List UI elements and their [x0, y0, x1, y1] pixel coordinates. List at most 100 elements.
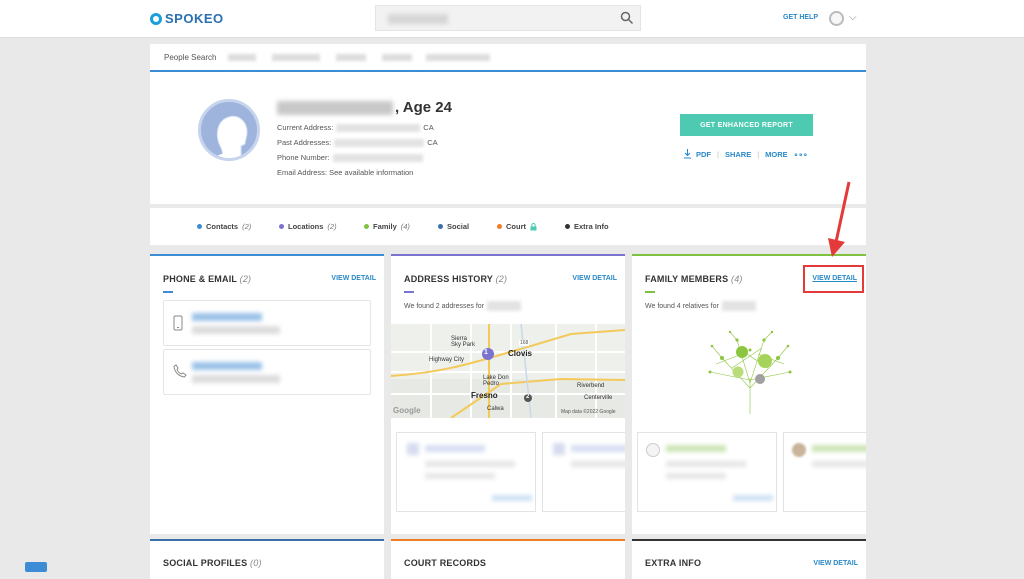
report-actions: PDF | SHARE | MORE ∘∘∘: [683, 149, 808, 159]
address-card-title-redacted: [571, 445, 625, 452]
relative-name-redacted: [666, 445, 726, 452]
legend-family[interactable]: Family (4): [364, 222, 410, 231]
relative-avatar-icon: [792, 443, 806, 457]
address-card-title-redacted: [425, 445, 485, 452]
phone-label: Phone Number:: [277, 153, 330, 162]
address-history-title: ADDRESS HISTORY (2): [404, 274, 508, 284]
name-redacted: [721, 301, 756, 311]
breadcrumb-item-redacted[interactable]: [336, 54, 366, 61]
breadcrumb-item-redacted[interactable]: [382, 54, 412, 61]
category-legend: Contacts (2) Locations (2) Family (4) Socia…: [150, 208, 866, 246]
current-address-redacted: [336, 123, 421, 132]
search-icon[interactable]: [620, 11, 634, 25]
relative-card[interactable]: [637, 432, 777, 512]
address-card-icon: [407, 443, 419, 455]
map-label: Clovis: [508, 349, 533, 358]
name-redacted: [487, 301, 522, 311]
map-label: Highway City: [429, 357, 465, 363]
chat-widget-button[interactable]: [25, 562, 47, 572]
map-label: Fresno: [471, 391, 498, 400]
breadcrumb-item-redacted[interactable]: [426, 54, 490, 61]
contact-detail-redacted: [192, 326, 280, 334]
address-view-detail-link[interactable]: VIEW DETAIL: [572, 275, 617, 282]
breadcrumb-item-redacted[interactable]: [228, 54, 256, 61]
current-address-row: Current Address: CA: [277, 123, 434, 132]
social-profiles-panel: SOCIAL PROFILES (0): [150, 539, 384, 579]
address-card-line-redacted: [425, 461, 515, 467]
extra-info-title: EXTRA INFO: [645, 558, 702, 568]
relative-detail-redacted: [812, 461, 866, 467]
legend-dot: [565, 224, 570, 229]
email-value: See available information: [329, 168, 414, 177]
title-underline: [404, 291, 414, 293]
past-addresses-label: Past Addresses:: [277, 138, 332, 147]
profile-age: , Age 24: [395, 99, 452, 116]
separator: |: [717, 149, 719, 159]
search-input[interactable]: [375, 5, 641, 31]
map-road-shield: 168: [519, 340, 530, 346]
address-card[interactable]: [542, 432, 625, 512]
court-records-panel: COURT RECORDS: [391, 539, 625, 579]
extra-info-panel: EXTRA INFO VIEW DETAIL: [632, 539, 866, 579]
phone-email-view-detail-link[interactable]: VIEW DETAIL: [331, 275, 376, 282]
legend-court[interactable]: Court: [497, 222, 537, 231]
family-members-panel: FAMILY MEMBERS (4) VIEW DETAIL We found …: [632, 254, 866, 534]
map-label: Sierra Sky Park: [451, 336, 476, 348]
legend-dot: [438, 224, 443, 229]
user-avatar-icon[interactable]: [829, 11, 844, 26]
past-addresses-state: CA: [427, 138, 438, 147]
map-pin-2[interactable]: 2: [526, 394, 529, 400]
past-addresses-row: Past Addresses: CA: [277, 138, 438, 147]
map-label: Lake Don Pedro: [483, 375, 509, 387]
family-members-title: FAMILY MEMBERS (4): [645, 274, 743, 284]
extra-info-view-detail-link[interactable]: VIEW DETAIL: [813, 560, 858, 567]
map-label: Riverbend: [577, 383, 605, 389]
title-underline: [163, 291, 173, 293]
logo-text: SPOKEO: [165, 11, 224, 26]
address-map[interactable]: 1 2 168 Sierra Sky Park Highway City Clo…: [391, 324, 625, 418]
address-card-icon: [553, 443, 565, 455]
relative-avatar-icon: [646, 443, 660, 457]
more-dots-icon[interactable]: ∘∘∘: [794, 150, 808, 159]
relative-name-redacted: [812, 445, 866, 452]
address-card-link-redacted: [492, 495, 532, 501]
legend-locations[interactable]: Locations (2): [279, 222, 337, 231]
more-link[interactable]: MORE: [765, 150, 788, 159]
breadcrumb-item-redacted[interactable]: [272, 54, 320, 61]
address-cards-carousel: [396, 432, 625, 514]
share-link[interactable]: SHARE: [725, 150, 751, 159]
map-graphic: [391, 324, 625, 418]
contact-item-phone[interactable]: [163, 300, 371, 346]
past-addresses-redacted: [334, 138, 425, 147]
get-enhanced-report-button[interactable]: GET ENHANCED REPORT: [680, 114, 813, 136]
legend-extra-info[interactable]: Extra Info: [565, 222, 609, 231]
spokeo-logo[interactable]: SPOKEO: [150, 11, 224, 26]
relative-card[interactable]: [783, 432, 866, 512]
current-address-state: CA: [423, 123, 434, 132]
get-help-link[interactable]: GET HELP: [783, 14, 818, 21]
breadcrumb: People Search: [150, 44, 866, 72]
map-attribution: Map data ©2022 Google: [561, 409, 616, 415]
family-tree-icon: [708, 330, 792, 414]
relatives-found-text: We found 4 relatives for: [645, 301, 756, 311]
contact-item-landline[interactable]: [163, 349, 371, 395]
search-value-redacted: [388, 14, 448, 24]
current-address-label: Current Address:: [277, 123, 334, 132]
map-pin-1[interactable]: 1: [484, 349, 488, 356]
email-label: Email Address:: [277, 168, 328, 177]
person-silhouette-icon: [214, 115, 248, 158]
chevron-down-icon[interactable]: ⌵: [849, 12, 857, 23]
map-label: Calwa: [487, 406, 504, 412]
phone-row: Phone Number:: [277, 153, 426, 162]
google-logo: Google: [393, 406, 421, 415]
separator: |: [757, 149, 760, 159]
contact-detail-redacted: [192, 375, 280, 383]
top-bar: SPOKEO GET HELP ⌵: [0, 0, 1024, 38]
address-card[interactable]: [396, 432, 536, 512]
legend-social[interactable]: Social: [438, 222, 469, 231]
download-icon: [684, 149, 691, 159]
breadcrumb-people-search[interactable]: People Search: [164, 53, 216, 62]
profile-summary-card: , Age 24 Current Address: CA Past Addres…: [150, 72, 866, 204]
pdf-link[interactable]: PDF: [683, 149, 711, 159]
legend-contacts[interactable]: Contacts (2): [197, 222, 251, 231]
